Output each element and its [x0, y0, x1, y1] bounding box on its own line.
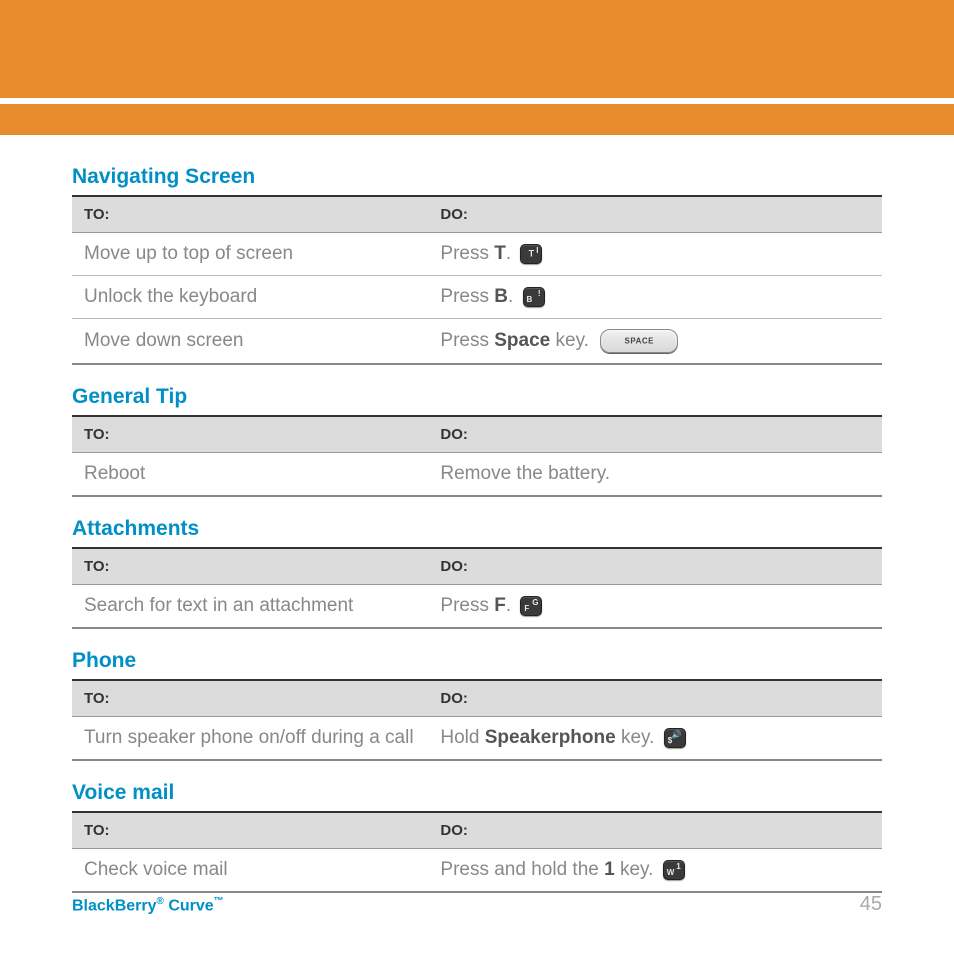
th-do: DO: [428, 680, 882, 717]
th-do: DO: [428, 548, 882, 585]
section-title-voice-mail: Voice mail [72, 781, 882, 805]
cell-do: Press and hold the 1 key. 1W [428, 849, 882, 893]
table-voice-mail: TO: DO: Check voice mail Press and hold … [72, 811, 882, 893]
key-f-icon: GF [520, 596, 542, 616]
table-row: Move up to top of screen Press T. IT [72, 233, 882, 276]
cell-to: Reboot [72, 453, 428, 497]
cell-do: Remove the battery. [428, 453, 882, 497]
section-title-attachments: Attachments [72, 517, 882, 541]
table-row: Reboot Remove the battery. [72, 453, 882, 497]
table-row: Check voice mail Press and hold the 1 ke… [72, 849, 882, 893]
cell-to: Move up to top of screen [72, 233, 428, 276]
header-divider [0, 98, 954, 104]
footer: BlackBerry® Curve™ 45 [72, 893, 882, 916]
page-number: 45 [860, 893, 882, 916]
cell-to: Search for text in an attachment [72, 585, 428, 629]
cell-to: Turn speaker phone on/off during a call [72, 717, 428, 761]
section-title-general-tip: General Tip [72, 385, 882, 409]
header-band [0, 0, 954, 135]
key-space-icon: SPACE [600, 329, 678, 353]
cell-to: Unlock the keyboard [72, 276, 428, 319]
table-row: Search for text in an attachment Press F… [72, 585, 882, 629]
cell-do: Press Space key. SPACE [428, 319, 882, 365]
cell-do: Press B. !B [428, 276, 882, 319]
section-title-phone: Phone [72, 649, 882, 673]
th-to: TO: [72, 196, 428, 233]
th-do: DO: [428, 196, 882, 233]
table-navigating-screen: TO: DO: Move up to top of screen Press T… [72, 195, 882, 365]
cell-to: Check voice mail [72, 849, 428, 893]
brand-text: BlackBerry® Curve™ [72, 896, 224, 915]
section-title-navigating-screen: Navigating Screen [72, 165, 882, 189]
table-row: Move down screen Press Space key. SPACE [72, 319, 882, 365]
key-b-icon: !B [523, 287, 545, 307]
key-1-icon: 1W [663, 860, 685, 880]
cell-do: Hold Speakerphone key. 🔊$ [428, 717, 882, 761]
cell-do: Press F. GF [428, 585, 882, 629]
th-to: TO: [72, 416, 428, 453]
key-t-icon: IT [520, 244, 542, 264]
table-row: Turn speaker phone on/off during a call … [72, 717, 882, 761]
table-phone: TO: DO: Turn speaker phone on/off during… [72, 679, 882, 761]
th-to: TO: [72, 812, 428, 849]
th-to: TO: [72, 548, 428, 585]
key-speakerphone-icon: 🔊$ [664, 728, 686, 748]
cell-do: Press T. IT [428, 233, 882, 276]
th-do: DO: [428, 812, 882, 849]
table-general-tip: TO: DO: Reboot Remove the battery. [72, 415, 882, 497]
table-attachments: TO: DO: Search for text in an attachment… [72, 547, 882, 629]
th-do: DO: [428, 416, 882, 453]
cell-to: Move down screen [72, 319, 428, 365]
table-row: Unlock the keyboard Press B. !B [72, 276, 882, 319]
th-to: TO: [72, 680, 428, 717]
content-area: Navigating Screen TO: DO: Move up to top… [0, 135, 954, 893]
